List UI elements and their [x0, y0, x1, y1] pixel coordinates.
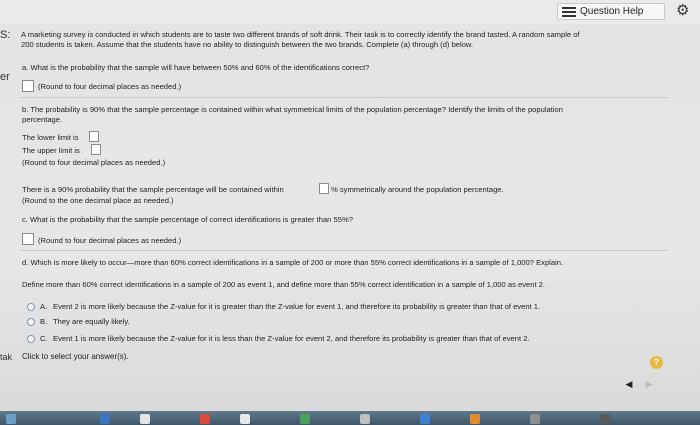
left-edge-fragment: S:: [0, 29, 11, 41]
list-icon: [562, 6, 576, 17]
top-bar: Question Help ⚙: [0, 0, 700, 24]
option-a-letter: A.: [40, 302, 48, 311]
upper-limit-label: The upper limit is: [22, 146, 80, 155]
part-b-question-line-2: percentage.: [22, 115, 63, 124]
previous-arrow-icon[interactable]: ◀: [626, 379, 633, 390]
taskbar: [0, 411, 700, 425]
part-c-hint: (Round to four decimal places as needed.…: [38, 236, 182, 245]
footer-instruction: Click to select your answer(s).: [22, 352, 129, 361]
option-c-radio[interactable]: [27, 335, 35, 343]
option-b-radio[interactable]: [27, 318, 35, 326]
question-help-label: Question Help: [580, 6, 644, 17]
part-a-question: a. What is the probability that the samp…: [22, 63, 370, 72]
dock-app-icon[interactable]: [530, 414, 540, 424]
dock-app-icon[interactable]: [600, 414, 610, 424]
option-b-letter: B.: [40, 317, 48, 326]
part-a-hint: (Round to four decimal places as needed.…: [38, 82, 182, 91]
problem-intro-line-2: 200 students is taken. Assume that the s…: [21, 40, 474, 49]
left-edge-fragment: tak: [0, 352, 13, 362]
part-c-answer-box[interactable]: [22, 233, 34, 245]
option-c-text[interactable]: Event 1 is more likely because the Z-val…: [53, 334, 530, 344]
gear-icon[interactable]: ⚙: [676, 3, 689, 19]
option-b-text[interactable]: They are equally likely.: [53, 317, 130, 327]
part-b-statement-before: There is a 90% probability that the samp…: [22, 185, 284, 194]
dock-app-icon[interactable]: [360, 414, 370, 424]
dock-app-icon[interactable]: [300, 414, 310, 424]
screen: Question Help ⚙ S: er tak A marketing su…: [0, 0, 700, 425]
help-icon[interactable]: ?: [650, 356, 663, 369]
part-a-answer-box[interactable]: [22, 80, 34, 92]
next-arrow-icon[interactable]: ▶: [646, 379, 653, 390]
dock-app-icon[interactable]: [140, 414, 150, 424]
option-a-text[interactable]: Event 2 is more likely because the Z-val…: [53, 302, 540, 312]
part-c-question: c. What is the probability that the samp…: [22, 215, 353, 224]
part-b-question-line-1: b. The probability is 90% that the sampl…: [22, 105, 564, 114]
dock-app-icon[interactable]: [6, 414, 16, 424]
option-a-radio[interactable]: [27, 303, 35, 311]
dock-app-icon[interactable]: [200, 414, 210, 424]
dock-app-icon[interactable]: [470, 414, 480, 424]
dock-app-icon[interactable]: [100, 414, 110, 424]
question-help-button[interactable]: Question Help: [557, 3, 665, 20]
part-b-statement-hint: (Round to the one decimal place as neede…: [22, 196, 174, 205]
part-b-statement-after: % symmetrically around the population pe…: [331, 185, 504, 194]
question-navigation: ◀ ▶: [619, 376, 659, 392]
option-c-letter: C.: [40, 334, 48, 343]
upper-limit-input[interactable]: [91, 144, 101, 155]
left-edge-fragment: er: [0, 71, 10, 83]
divider: [20, 97, 668, 98]
lower-limit-input[interactable]: [89, 131, 99, 142]
dock-app-icon[interactable]: [240, 414, 250, 424]
part-b-limits-hint: (Round to four decimal places as needed.…: [22, 158, 166, 167]
symmetric-percentage-input[interactable]: [319, 183, 329, 194]
lower-limit-label: The lower limit is: [22, 133, 79, 142]
part-d-definition: Define more than 60% correct identificat…: [22, 280, 546, 289]
dock-app-icon[interactable]: [420, 414, 430, 424]
divider: [20, 250, 668, 251]
problem-intro-line-1: A marketing survey is conducted in which…: [21, 30, 580, 39]
part-d-question: d. Which is more likely to occur—more th…: [22, 258, 564, 267]
